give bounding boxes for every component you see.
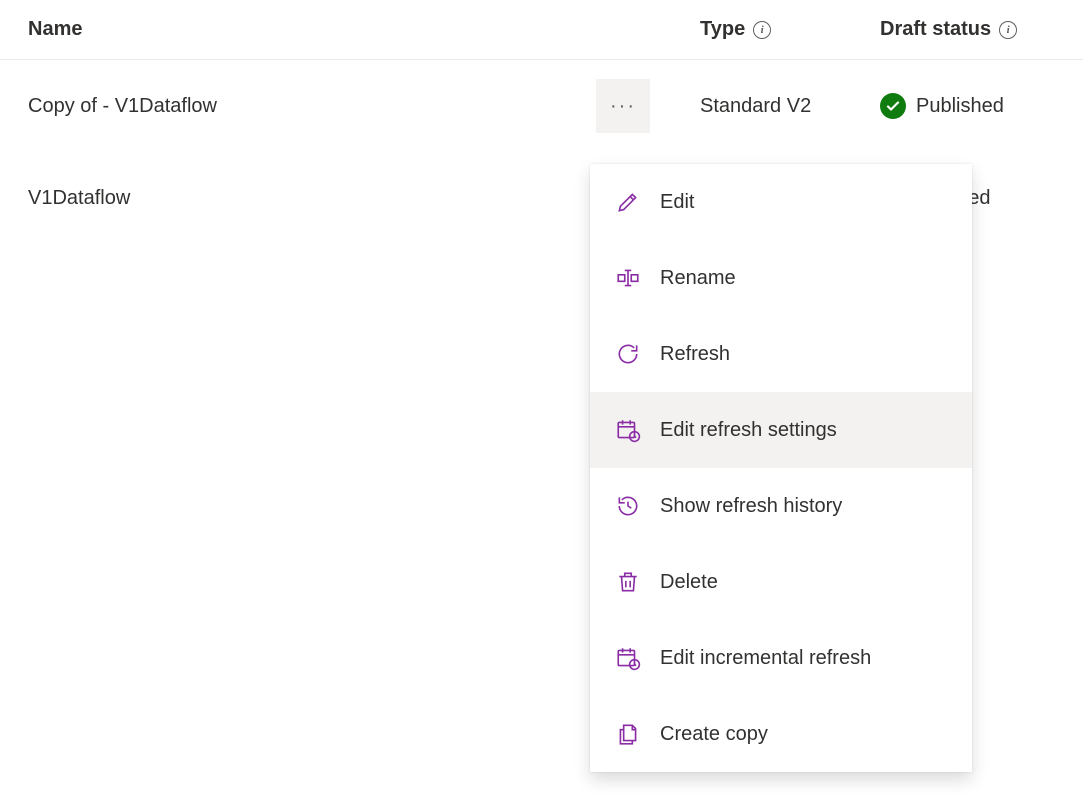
refresh-icon — [614, 340, 642, 368]
table-row[interactable]: Copy of - V1Dataflow ··· Standard V2 Pub… — [0, 60, 1083, 152]
row-name: V1Dataflow — [0, 187, 596, 210]
calendar-clock-icon — [614, 644, 642, 672]
row-actions: ··· — [596, 79, 700, 133]
info-icon[interactable]: i — [999, 21, 1017, 39]
column-header-status[interactable]: Draft status i — [880, 18, 1083, 41]
menu-item-label: Create copy — [660, 723, 768, 746]
menu-item-rename[interactable]: Rename — [590, 240, 972, 316]
menu-item-label: Edit refresh settings — [660, 419, 837, 442]
menu-item-create-copy[interactable]: Create copy — [590, 696, 972, 772]
menu-item-delete[interactable]: Delete — [590, 544, 972, 620]
menu-item-label: Edit — [660, 191, 694, 214]
column-header-status-label: Draft status — [880, 18, 991, 41]
menu-item-edit-refresh-settings[interactable]: Edit refresh settings — [590, 392, 972, 468]
menu-item-label: Show refresh history — [660, 495, 842, 518]
info-icon[interactable]: i — [753, 21, 771, 39]
more-actions-button[interactable]: ··· — [596, 79, 650, 133]
check-circle-icon — [880, 93, 906, 119]
row-status: Published — [880, 93, 1083, 119]
column-header-type[interactable]: Type i — [700, 18, 880, 41]
row-name: Copy of - V1Dataflow — [0, 95, 596, 118]
menu-item-show-refresh-history[interactable]: Show refresh history — [590, 468, 972, 544]
history-icon — [614, 492, 642, 520]
calendar-clock-icon — [614, 416, 642, 444]
menu-item-edit[interactable]: Edit — [590, 164, 972, 240]
column-header-name[interactable]: Name — [0, 18, 700, 41]
table-header-row: Name Type i Draft status i — [0, 0, 1083, 60]
menu-item-label: Refresh — [660, 343, 730, 366]
delete-icon — [614, 568, 642, 596]
menu-item-label: Rename — [660, 267, 736, 290]
copy-icon — [614, 720, 642, 748]
menu-item-refresh[interactable]: Refresh — [590, 316, 972, 392]
rename-icon — [614, 264, 642, 292]
context-menu: Edit Rename Refresh Edit refresh setting… — [590, 164, 972, 772]
row-status-label: Published — [916, 95, 1004, 118]
menu-item-edit-incremental-refresh[interactable]: Edit incremental refresh — [590, 620, 972, 696]
menu-item-label: Edit incremental refresh — [660, 647, 871, 670]
edit-icon — [614, 188, 642, 216]
column-header-type-label: Type — [700, 18, 745, 41]
row-type: Standard V2 — [700, 95, 880, 118]
menu-item-label: Delete — [660, 571, 718, 594]
ellipsis-icon: ··· — [610, 95, 636, 118]
